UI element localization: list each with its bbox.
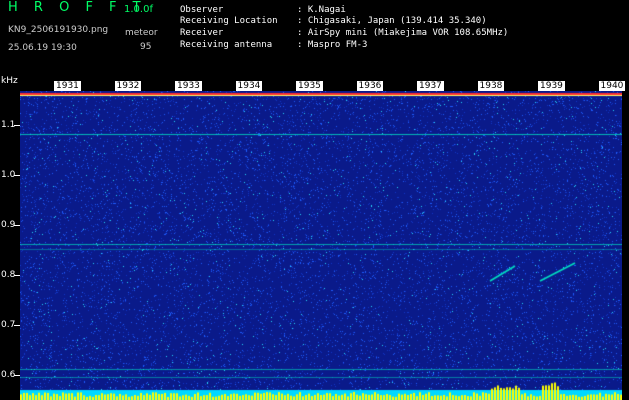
receiver-label: Receiver (180, 28, 224, 38)
meteor-label: meteor (125, 28, 158, 38)
time-label: 1933 (175, 81, 202, 91)
time-label: 1931 (54, 81, 81, 91)
location-label: Receiving Location (180, 16, 278, 26)
meteor-count: 95 (140, 42, 152, 52)
time-label: 1936 (356, 81, 384, 91)
spectrogram (20, 91, 622, 400)
time-label: 1939 (538, 81, 565, 91)
time-label: 1935 (296, 81, 323, 91)
time-label: 1938 (477, 81, 505, 91)
filename-label: KN9_2506191930.png (8, 25, 109, 35)
antenna-label: Receiving antenna (180, 40, 273, 50)
location-value: : Chigasaki, Japan (139.414 35.340) (297, 16, 487, 26)
time-label: 1937 (417, 81, 444, 91)
time-label: 1934 (235, 81, 263, 91)
time-label: 1932 (114, 81, 142, 91)
version-label: 1.0.0f (124, 4, 153, 15)
receiver-value: : AirSpy mini (Miakejima VOR 108.65MHz) (297, 28, 509, 38)
antenna-value: : Maspro FM-3 (297, 40, 368, 50)
axis-unit: kHz (1, 76, 18, 86)
time-label: 1940 (598, 81, 626, 91)
datetime-label: 25.06.19 19:30 (8, 43, 77, 53)
